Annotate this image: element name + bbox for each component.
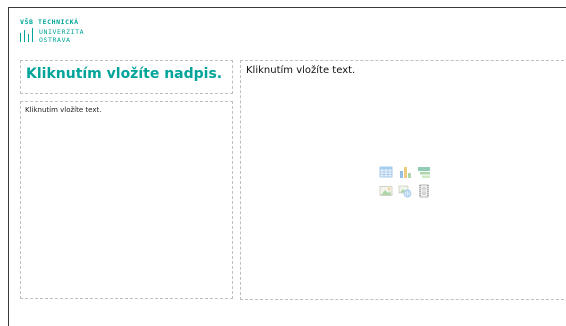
insert-online-picture-icon[interactable]	[398, 184, 412, 198]
right-placeholder-text: Kliknutím vložíte text.	[246, 65, 356, 76]
insert-content-icons	[379, 165, 435, 199]
title-placeholder-text: Kliknutím vložíte nadpis.	[26, 66, 223, 82]
left-placeholder-text: Kliknutím vložíte text.	[25, 106, 102, 114]
slide-canvas: VŠB TECHNICKÁ UNIVERZITA OSTRAVA Kliknut…	[8, 7, 566, 326]
insert-table-icon[interactable]	[379, 165, 393, 179]
insert-picture-icon[interactable]	[379, 184, 393, 198]
insert-smartart-icon[interactable]	[417, 165, 431, 179]
logo-text-line3: OSTRAVA	[39, 36, 71, 44]
right-content-placeholder[interactable]: Kliknutím vložíte text.	[240, 60, 566, 300]
logo-text-line2: UNIVERZITA	[39, 28, 85, 36]
insert-video-icon[interactable]	[417, 184, 431, 198]
title-placeholder[interactable]: Kliknutím vložíte nadpis.	[20, 60, 233, 94]
logo-text-line1: VŠB TECHNICKÁ	[20, 18, 79, 26]
logo-bars-icon	[20, 28, 36, 42]
insert-chart-icon[interactable]	[398, 165, 412, 179]
left-text-placeholder[interactable]: Kliknutím vložíte text.	[20, 101, 233, 299]
